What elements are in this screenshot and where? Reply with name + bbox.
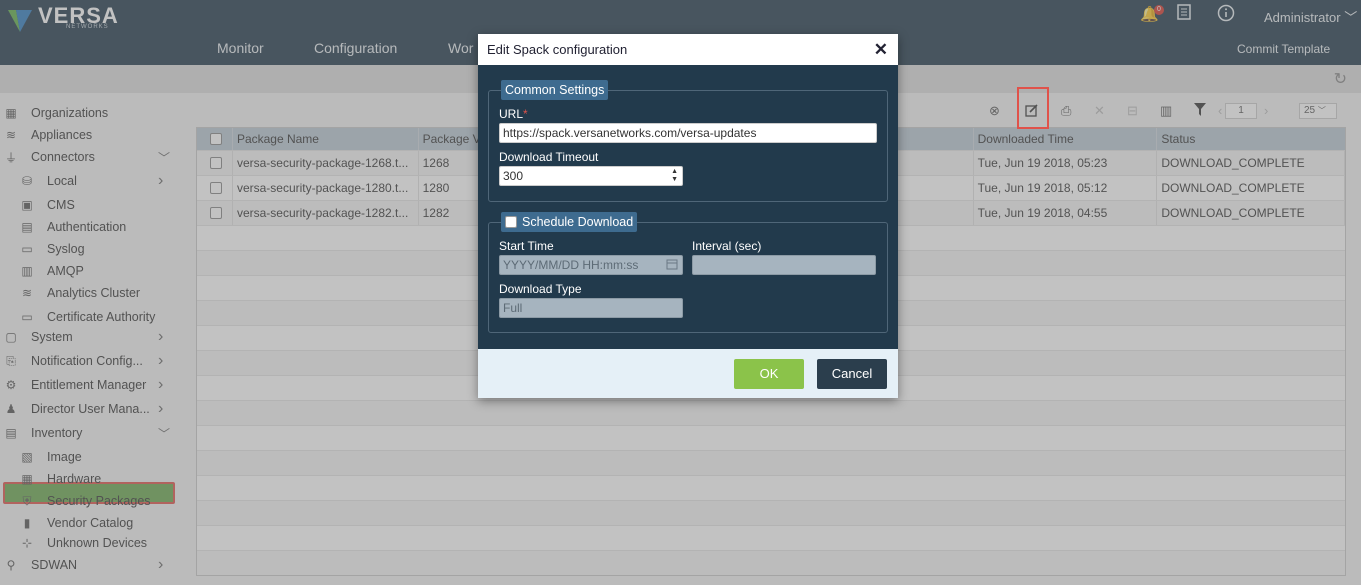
url-label: URL* bbox=[499, 107, 528, 121]
dialog-title: Edit Spack configuration bbox=[487, 42, 628, 57]
dialog-header: Edit Spack configuration ✕ bbox=[478, 34, 898, 65]
url-label-text: URL bbox=[499, 107, 524, 121]
schedule-download-label: Schedule Download bbox=[522, 215, 634, 229]
interval-input bbox=[692, 255, 876, 275]
interval-label: Interval (sec) bbox=[692, 239, 762, 253]
timeout-value: 300 bbox=[503, 169, 524, 183]
common-settings-group: Common Settings URL* https://spack.versa… bbox=[488, 80, 888, 202]
schedule-download-legend[interactable]: Schedule Download bbox=[501, 212, 638, 232]
cancel-button[interactable]: Cancel bbox=[817, 359, 887, 389]
download-type-select: Full bbox=[499, 298, 683, 318]
timeout-label: Download Timeout bbox=[499, 150, 599, 164]
schedule-download-group: Schedule Download Start Time YYYY/MM/DD … bbox=[488, 212, 888, 333]
start-time-input: YYYY/MM/DD HH:mm:ss bbox=[499, 255, 683, 275]
download-type-label: Download Type bbox=[499, 282, 582, 296]
ok-button[interactable]: OK bbox=[734, 359, 804, 389]
stepper-icon[interactable]: ▲ ▼ bbox=[671, 168, 678, 184]
schedule-download-checkbox[interactable] bbox=[505, 216, 517, 228]
timeout-input[interactable]: 300 ▲ ▼ bbox=[499, 166, 683, 186]
url-input[interactable]: https://spack.versanetworks.com/versa-up… bbox=[499, 123, 877, 143]
edit-spack-dialog: Edit Spack configuration ✕ Common Settin… bbox=[478, 34, 898, 398]
start-time-placeholder: YYYY/MM/DD HH:mm:ss bbox=[503, 258, 639, 272]
common-settings-legend: Common Settings bbox=[501, 80, 609, 100]
edit-button-highlight[interactable] bbox=[1017, 87, 1049, 129]
start-time-label: Start Time bbox=[499, 239, 554, 253]
calendar-icon bbox=[666, 257, 678, 274]
dialog-footer: OK Cancel bbox=[478, 349, 898, 398]
required-marker: * bbox=[523, 107, 528, 121]
close-icon[interactable]: ✕ bbox=[874, 40, 888, 60]
dialog-body: Common Settings URL* https://spack.versa… bbox=[478, 65, 898, 349]
